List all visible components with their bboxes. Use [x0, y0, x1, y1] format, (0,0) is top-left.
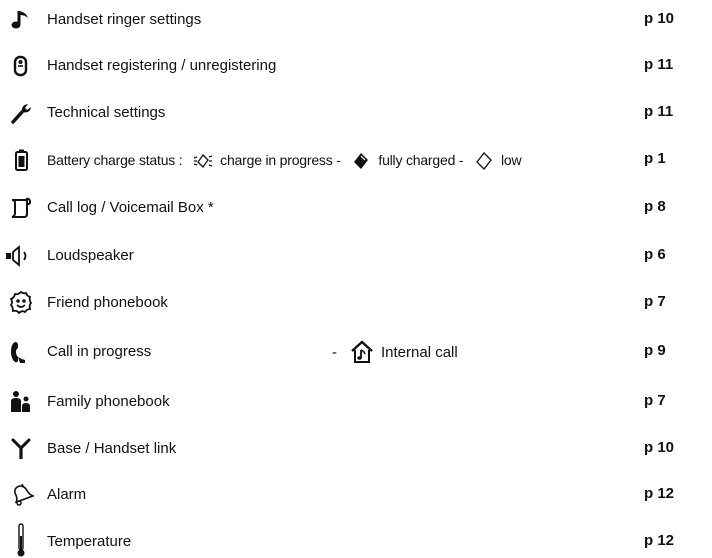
item-label: Technical settings [47, 104, 166, 121]
item-label: Family phonebook [47, 393, 170, 410]
page-ref: p 12 [644, 532, 675, 549]
list-item: Loudspeaker p 6 [0, 236, 712, 276]
thermometer-icon [8, 522, 34, 558]
friend-face-icon [8, 290, 34, 316]
item-label: Temperature [47, 533, 132, 550]
item-label: Loudspeaker [47, 247, 134, 264]
call-log-icon [8, 195, 34, 221]
internal-call-label: Internal call [381, 343, 458, 361]
list-item: Call log / Voicemail Box * p 8 [0, 188, 712, 228]
wrench-icon [8, 100, 34, 126]
page-ref: p 11 [644, 56, 674, 73]
battery-low-label: low [501, 152, 522, 168]
item-label: Alarm [47, 486, 87, 503]
list-item: Friend phonebook p 7 [0, 283, 712, 323]
page-ref: p 7 [644, 392, 666, 409]
battery-icon [8, 147, 34, 173]
list-item: Temperature p 12 [0, 518, 712, 558]
list-item: Battery charge status : charge in progre… [0, 140, 712, 180]
list-item: Handset ringer settings p 10 [0, 0, 712, 40]
loudspeaker-icon [4, 243, 36, 269]
page-ref: p 6 [644, 246, 666, 263]
item-label: Call in progress [47, 343, 152, 360]
separator-dash: - [332, 343, 337, 361]
internal-call-group: - Internal call [332, 338, 458, 366]
page-ref: p 11 [644, 103, 674, 120]
page-ref: p 10 [644, 10, 675, 27]
antenna-icon [8, 436, 34, 462]
family-icon [8, 389, 34, 415]
battery-low-icon [473, 150, 495, 172]
battery-full-icon [350, 150, 372, 172]
list-item: Call in progress - Internal call p 9 [0, 332, 712, 372]
item-label: Battery charge status : charge in progre… [47, 150, 522, 172]
page-ref: p 12 [644, 485, 675, 502]
page-ref: p 1 [644, 150, 666, 167]
battery-charging-icon [192, 150, 214, 172]
battery-full-label: fully charged - [378, 152, 467, 168]
handset-icon [8, 53, 34, 79]
item-label: Handset ringer settings [47, 11, 202, 28]
list-item: Handset registering / unregistering p 11 [0, 46, 712, 86]
item-label: Base / Handset link [47, 440, 177, 457]
list-item: Base / Handset link p 10 [0, 429, 712, 469]
page-ref: p 7 [644, 293, 666, 310]
item-label: Friend phonebook [47, 294, 168, 311]
battery-status-prefix: Battery charge status : [47, 152, 187, 168]
house-icon [349, 339, 375, 365]
page-ref: p 8 [644, 198, 666, 215]
phone-icon [8, 339, 34, 365]
list-item: Technical settings p 11 [0, 93, 712, 133]
music-note-icon [8, 7, 34, 33]
battery-charging-label: charge in progress - [220, 152, 345, 168]
page-ref: p 9 [644, 342, 666, 359]
list-item: Family phonebook p 7 [0, 382, 712, 422]
item-label: Call log / Voicemail Box * [47, 199, 214, 216]
page-ref: p 10 [644, 439, 675, 456]
bell-icon [8, 482, 34, 508]
item-label: Handset registering / unregistering [47, 57, 277, 74]
list-item: Alarm p 12 [0, 475, 712, 515]
